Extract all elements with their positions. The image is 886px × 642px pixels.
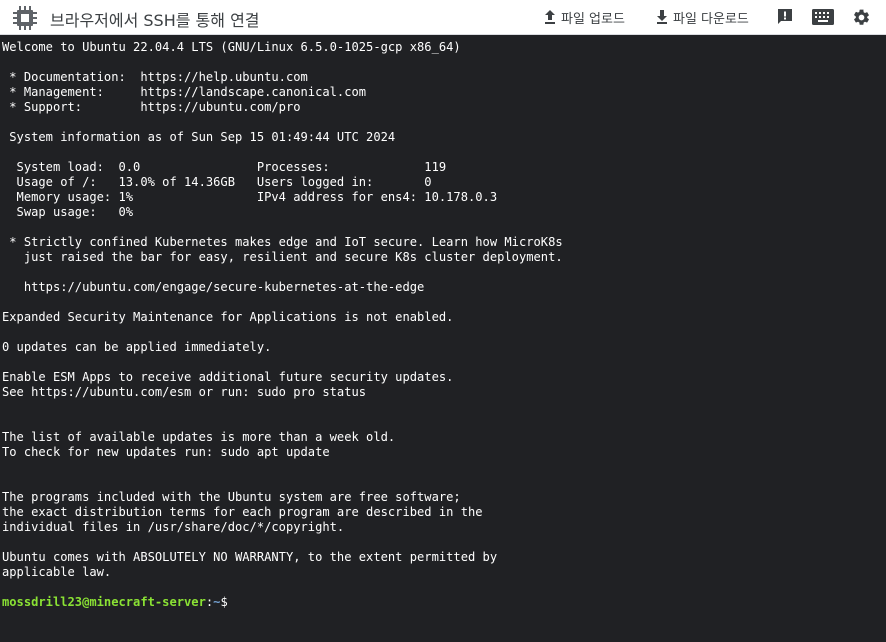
terminal-line: * Support: https://ubuntu.com/pro bbox=[9, 100, 301, 114]
terminal-line: Expanded Security Maintenance for Applic… bbox=[2, 310, 454, 324]
download-label: 파일 다운로드 bbox=[673, 11, 749, 27]
terminal-line: See https://ubuntu.com/esm or run: sudo … bbox=[2, 385, 367, 399]
terminal-line: The programs included with the Ubuntu sy… bbox=[2, 490, 461, 504]
prompt: mossdrill23@minecraft-server:~$ bbox=[2, 595, 228, 609]
terminal[interactable]: Welcome to Ubuntu 22.04.4 LTS (GNU/Linux… bbox=[0, 35, 886, 642]
chip-icon bbox=[10, 3, 40, 33]
terminal-line: Memory usage: 1% IPv4 address for ens4: … bbox=[16, 190, 498, 204]
terminal-line: * Strictly confined Kubernetes makes edg… bbox=[9, 235, 563, 249]
keyboard-icon[interactable] bbox=[812, 9, 834, 29]
upload-label: 파일 업로드 bbox=[561, 11, 625, 27]
terminal-line: * Documentation: https://help.ubuntu.com bbox=[9, 70, 308, 84]
terminal-line: individual files in /usr/share/doc/*/cop… bbox=[2, 520, 345, 534]
window-title: 브라우저에서 SSH를 통해 연결 bbox=[50, 11, 260, 30]
terminal-line: https://ubuntu.com/engage/secure-kuberne… bbox=[23, 280, 425, 294]
upload-file-button[interactable]: 파일 업로드 bbox=[542, 6, 625, 28]
terminal-line: To check for new updates run: sudo apt u… bbox=[2, 445, 330, 459]
terminal-line: System load: 0.0 Processes: 119 bbox=[16, 160, 447, 174]
feedback-icon[interactable] bbox=[776, 8, 794, 30]
terminal-line: System information as of Sun Sep 15 01:4… bbox=[9, 130, 396, 144]
download-file-button[interactable]: 파일 다운로드 bbox=[654, 6, 749, 28]
terminal-line: Enable ESM Apps to receive additional fu… bbox=[2, 370, 454, 384]
prompt-symbol: $ bbox=[220, 595, 228, 609]
terminal-line: * Management: https://landscape.canonica… bbox=[9, 85, 367, 99]
terminal-output: Welcome to Ubuntu 22.04.4 LTS (GNU/Linux… bbox=[0, 35, 886, 610]
prompt-user: mossdrill23@minecraft-server bbox=[2, 595, 206, 609]
title-bar: 브라우저에서 SSH를 통해 연결 파일 업로드 파일 다운로드 bbox=[0, 0, 886, 35]
terminal-line: Ubuntu comes with ABSOLUTELY NO WARRANTY… bbox=[2, 550, 498, 564]
terminal-line: The list of available updates is more th… bbox=[2, 430, 396, 444]
download-icon bbox=[654, 9, 670, 25]
terminal-line: Usage of /: 13.0% of 14.36GB Users logge… bbox=[16, 175, 432, 189]
terminal-line: 0 updates can be applied immediately. bbox=[2, 340, 272, 354]
upload-icon bbox=[542, 9, 558, 25]
terminal-line: Swap usage: 0% bbox=[16, 205, 134, 219]
terminal-line: Welcome to Ubuntu 22.04.4 LTS (GNU/Linux… bbox=[2, 40, 461, 54]
terminal-lines: Welcome to Ubuntu 22.04.4 LTS (GNU/Linux… bbox=[2, 40, 563, 579]
terminal-line: the exact distribution terms for each pr… bbox=[2, 505, 483, 519]
terminal-line: applicable law. bbox=[2, 565, 112, 579]
terminal-line: just raised the bar for easy, resilient … bbox=[23, 250, 563, 264]
gear-icon[interactable] bbox=[852, 8, 871, 31]
